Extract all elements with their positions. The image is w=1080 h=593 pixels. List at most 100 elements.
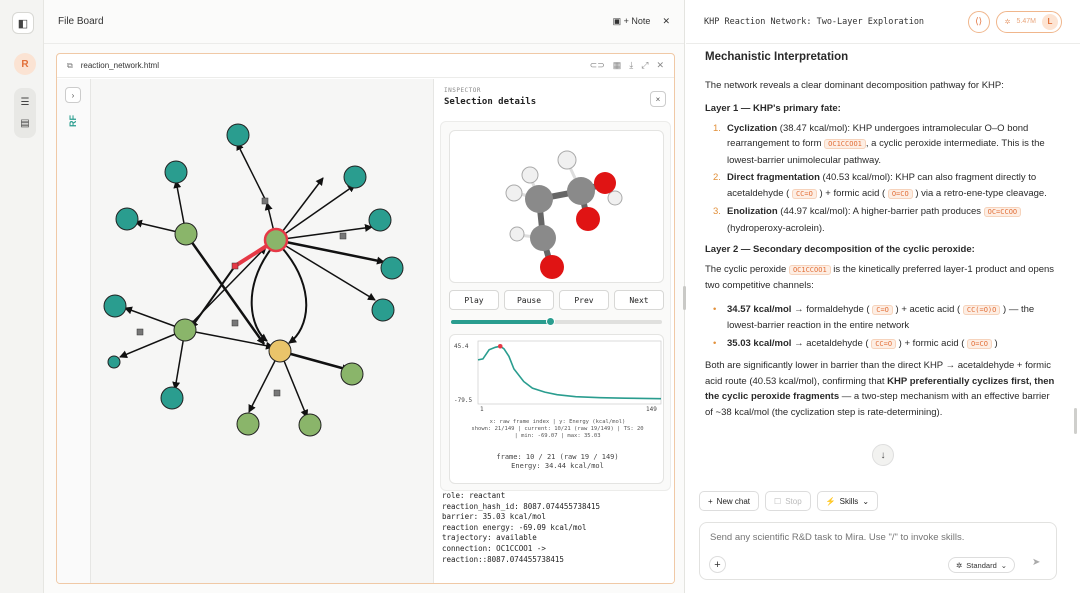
close-board-icon[interactable]: ✕ (662, 16, 670, 27)
smiles-code: CC(=O)O (962, 304, 1001, 315)
stop-button[interactable]: ☐ Stop (765, 491, 811, 511)
link-icon[interactable]: ⊂⊃ (590, 60, 605, 71)
send-icon[interactable]: ➤ (1032, 557, 1040, 568)
chat-input-box: + ✲Standard⌄ ➤ (699, 522, 1057, 580)
graph-edge (275, 238, 385, 265)
molecule-3d-render (505, 150, 623, 279)
board-header: File Board ▣ + Note ✕ (44, 0, 684, 44)
toggle-sidebar-icon[interactable]: ◧ (12, 12, 34, 34)
play-button[interactable]: Play (449, 290, 499, 310)
edge-midpoint (231, 319, 239, 327)
graph-node[interactable] (174, 222, 198, 246)
mode-select[interactable]: ✲ Standard ⌄ (948, 557, 1016, 573)
app-root: ◧ R ☰ ▤ File Board ▣ + Note ✕ ⧉ reaction… (0, 0, 1080, 593)
y-tick-bottom: -79.5 (454, 397, 472, 404)
selected-node-khp[interactable] (263, 227, 289, 253)
graph-node[interactable] (268, 339, 292, 363)
graph-edge (236, 142, 268, 204)
chat-scrollbar[interactable] (1074, 408, 1077, 434)
smiles-code: CC=O (871, 338, 897, 349)
attach-plus-button[interactable]: + (709, 556, 726, 573)
layer2-list: • 34.57 kcal/mol → formaldehyde ( C=O ) +… (705, 302, 1055, 353)
energy-series-line (477, 345, 662, 400)
slider-knob[interactable] (545, 317, 555, 326)
graph-node[interactable] (340, 362, 364, 386)
smiles-code: CC=O (791, 188, 817, 199)
prop-energy: reaction energy: -69.09 kcal/mol (442, 522, 587, 532)
oxygen-atom (594, 172, 616, 194)
y-tick-top: 45.4 (454, 343, 469, 350)
next-button[interactable]: Next (614, 290, 664, 310)
graph-node[interactable] (298, 413, 322, 437)
graph-node[interactable] (115, 207, 139, 231)
viewport-sidebar: › RF (57, 79, 91, 583)
add-note-button[interactable]: ▣ + Note (613, 16, 651, 27)
smiles-code: OC=CCOO (983, 207, 1022, 217)
smiles-code: O=CO (887, 188, 913, 199)
list-item: 2. Direct fragmentation (40.53 kcal/mol):… (713, 172, 1047, 199)
graph-node[interactable] (103, 294, 127, 318)
carbon-atom (530, 225, 556, 251)
graph-node[interactable] (173, 318, 197, 342)
molecule-viewer[interactable] (449, 130, 664, 283)
message-content: Mechanistic Interpretation The network r… (705, 48, 1055, 468)
pause-button[interactable]: Pause (504, 290, 554, 310)
prop-role: role: reactant (442, 491, 506, 500)
skills-icon: ⚡ (825, 496, 836, 506)
graph-node[interactable] (160, 386, 184, 410)
document-icon[interactable]: ▤ (20, 118, 29, 129)
hydrogen-atom (509, 226, 525, 242)
new-chat-button[interactable]: + New chat (699, 491, 760, 511)
expand-sidebar-button[interactable]: › (65, 87, 81, 103)
hydrogen-atom (521, 166, 539, 184)
share-icon[interactable]: ⟨⟩ (967, 10, 990, 33)
graph-node[interactable] (236, 412, 260, 436)
frame-readout: frame: 10 / 21 (raw 19 / 149) (496, 453, 619, 461)
graph-node[interactable] (226, 123, 250, 147)
save-icon[interactable]: ▦ (613, 60, 622, 71)
graph-node[interactable] (107, 355, 121, 369)
graph-edge (282, 248, 308, 344)
board-title: File Board (58, 16, 104, 27)
frame-slider[interactable] (451, 317, 662, 326)
graph-node[interactable] (164, 160, 188, 184)
prop-connection: connection: OC1CCOO1 -> (442, 543, 546, 553)
file-name: reaction_network.html (80, 61, 159, 70)
user-avatar[interactable]: R (14, 53, 36, 75)
smiles-code: OC1CCOO1 (824, 139, 866, 149)
edge-midpoint (136, 328, 144, 336)
inspector-panel: INSPECTOR Selection details × Play Pause… (433, 79, 674, 583)
download-icon[interactable]: ⤓ (629, 60, 633, 71)
close-inspector-button[interactable]: × (650, 91, 666, 107)
smiles-code: OC1CCOO1 (788, 264, 831, 275)
graph-node[interactable] (368, 208, 392, 232)
energy-readout: Energy: 34.44 kcal/mol (511, 462, 604, 470)
usage-pill[interactable]: ✲ 5.47M L (995, 10, 1062, 33)
chat-input[interactable] (710, 532, 1050, 543)
skills-button[interactable]: ⚡ Skills ⌄ (816, 491, 879, 511)
chat-header: KHP Reaction Network: Two-Layer Explorat… (686, 0, 1080, 44)
carbon-atom (525, 185, 553, 213)
chat-toolbar: + New chat ☐ Stop ⚡ Skills ⌄ (699, 491, 879, 511)
scroll-down-button[interactable]: ↓ (872, 444, 894, 466)
plot-caption-1: x: raw frame index | y: Energy (kcal/mol… (489, 419, 626, 425)
layer2-intro: The cyclic peroxide OC1CCOO1 is the kine… (705, 263, 1055, 292)
file-board: File Board ▣ + Note ✕ ⧉ reaction_network… (44, 0, 685, 593)
reaction-network-graph[interactable] (91, 79, 434, 584)
edge-midpoint (273, 389, 281, 397)
graph-node[interactable] (371, 298, 395, 322)
node-properties: role: reactant reaction_hash_id: 8087.07… (442, 491, 600, 565)
account-avatar[interactable]: L (1042, 13, 1058, 30)
node-group (103, 123, 404, 437)
graph-node[interactable] (343, 165, 367, 189)
hydrogen-atom (505, 184, 523, 202)
list-icon[interactable]: ☰ (21, 97, 30, 108)
graph-node[interactable] (380, 256, 404, 280)
expand-icon[interactable]: ⤢ (641, 60, 648, 71)
list-item: 1. Cyclization (38.47 kcal/mol): KHP unde… (713, 122, 1045, 166)
layer1-heading: Layer 1 — KHP's primary fate: (705, 103, 841, 114)
inspector-subtitle: INSPECTOR (444, 87, 482, 94)
prop-reaction: reaction::8087.074455738415 (442, 554, 564, 564)
close-file-icon[interactable]: ✕ (656, 60, 664, 71)
prev-button[interactable]: Prev (559, 290, 609, 310)
